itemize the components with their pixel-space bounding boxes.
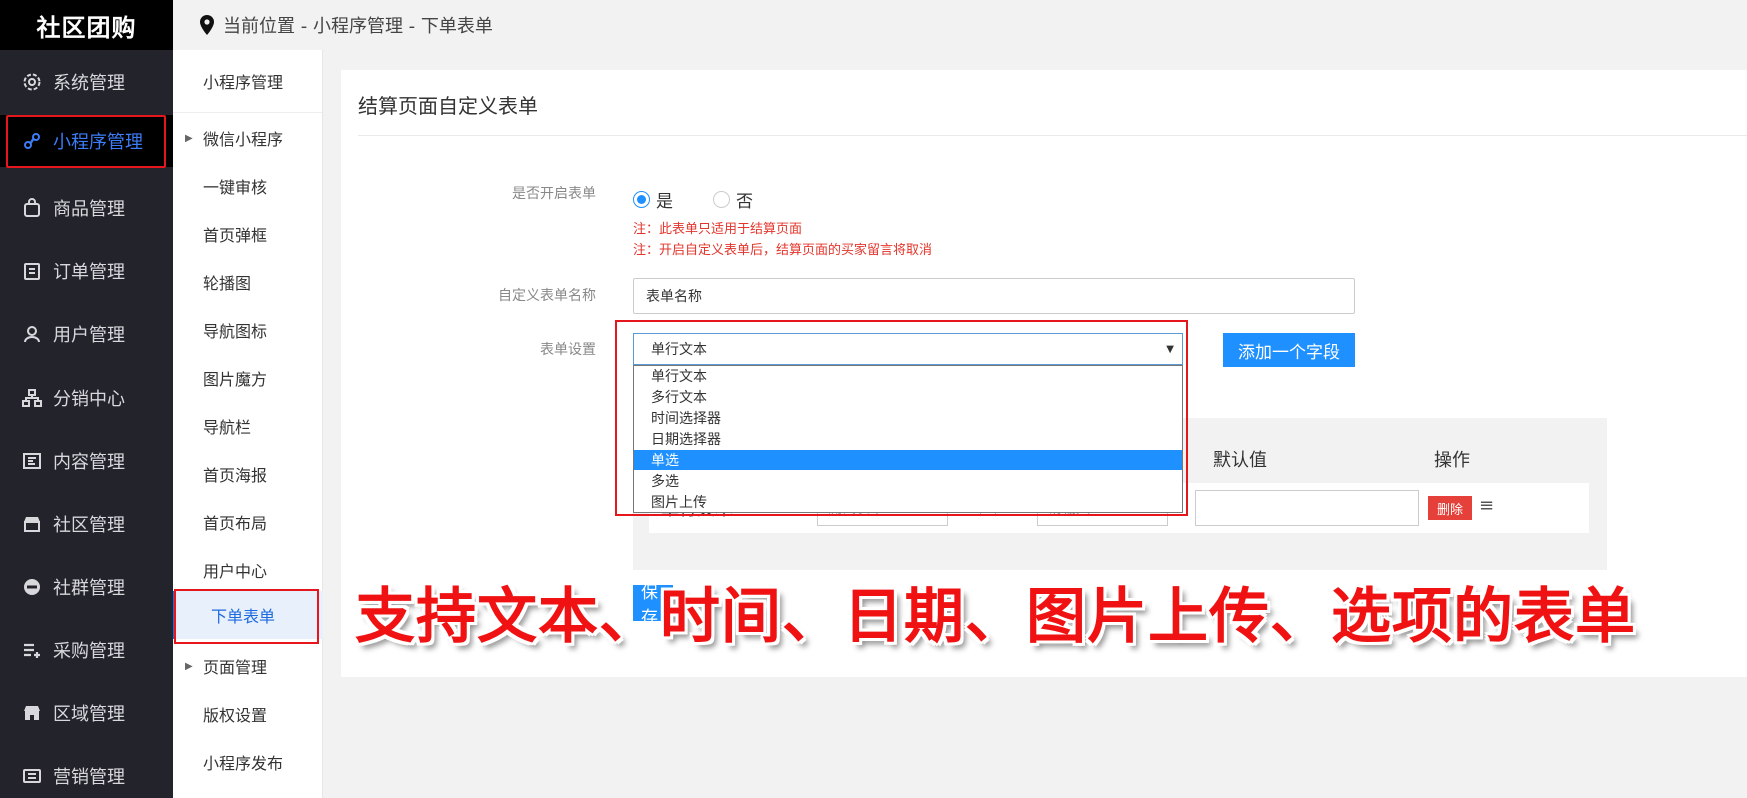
sidebar-item-region[interactable]: 区域管理 <box>0 687 173 739</box>
delete-button[interactable]: 删除 <box>1428 496 1472 520</box>
article-icon <box>22 451 42 471</box>
subnav-item-copyright[interactable]: 版权设置 <box>173 690 323 738</box>
divider <box>358 135 1747 136</box>
gear-icon <box>22 72 42 92</box>
sidebar-item-label: 用户管理 <box>53 325 125 346</box>
sidebar-item-label: 社区管理 <box>53 515 125 536</box>
subnav-item-label: 导航栏 <box>203 418 252 437</box>
subnav-item-label: 页面管理 <box>203 658 268 677</box>
form-name-value: 表单名称 <box>646 289 702 305</box>
add-field-button[interactable]: 添加一个字段 <box>1223 333 1355 367</box>
note-text: 注：此表单只适用于结算页面 <box>633 222 803 237</box>
subnav-item-poster[interactable]: 首页海报 <box>173 450 323 498</box>
subnav-item-audit[interactable]: 一键审核 <box>173 162 323 210</box>
default-value-input[interactable] <box>1195 490 1419 526</box>
breadcrumb-text: 当前位置 - 小程序管理 - 下单表单 <box>223 16 493 37</box>
location-pin-icon <box>200 15 214 35</box>
subnav-item-nav-icons[interactable]: 导航图标 <box>173 306 323 354</box>
subnav-item-label: 版权设置 <box>203 706 268 725</box>
subnav-item-pages[interactable]: ▶ 页面管理 <box>173 642 323 690</box>
sidebar-item-label: 营销管理 <box>53 767 125 788</box>
bag-icon <box>22 198 42 218</box>
sidebar-item-label: 订单管理 <box>53 262 125 283</box>
annotation-highlight-box <box>6 115 166 168</box>
sidebar-item-community[interactable]: 社区管理 <box>0 498 173 550</box>
subnav-item-carousel[interactable]: 轮播图 <box>173 258 323 306</box>
subnav-item-layout[interactable]: 首页布局 <box>173 498 323 546</box>
subnav-item-popup[interactable]: 首页弹框 <box>173 210 323 258</box>
sidebar-item-content[interactable]: 内容管理 <box>0 435 173 487</box>
sidebar-item-marketing[interactable]: 营销管理 <box>0 750 173 798</box>
form-settings-label: 表单设置 <box>540 342 596 358</box>
sidebar-item-label: 内容管理 <box>53 452 125 473</box>
user-icon <box>22 324 42 344</box>
page-title: 结算页面自定义表单 <box>358 94 538 118</box>
sidebar-item-label: 分销中心 <box>53 389 125 410</box>
sidebar-item-goods[interactable]: 商品管理 <box>0 182 173 234</box>
sidebar-item-purchase[interactable]: 采购管理 <box>0 624 173 676</box>
drag-handle-icon[interactable]: ≡ <box>1479 495 1494 516</box>
subnav-item-label: 图片魔方 <box>203 370 268 389</box>
enable-radio-group: 是 否 <box>633 187 753 212</box>
triangle-right-icon: ▶ <box>185 132 193 144</box>
promo-caption: 支持文本、时间、日期、图片上传、选项的表单 <box>355 582 1636 652</box>
radio-no[interactable] <box>713 191 730 208</box>
subnav-item-user-center[interactable]: 用户中心 <box>173 546 323 594</box>
annotation-highlight-box <box>615 320 1188 516</box>
radio-yes[interactable] <box>633 191 650 208</box>
sidebar-item-system[interactable]: 系统管理 <box>0 56 173 108</box>
breadcrumb: 当前位置 - 小程序管理 - 下单表单 <box>173 0 1747 50</box>
enable-form-label: 是否开启表单 <box>512 186 596 202</box>
sidebar-item-label: 社群管理 <box>53 578 125 599</box>
radio-no-label: 否 <box>736 192 753 212</box>
subnav-item-label: 用户中心 <box>203 562 268 581</box>
sidebar-item-label: 系统管理 <box>53 73 125 94</box>
sidebar-item-groups[interactable]: 社群管理 <box>0 561 173 613</box>
sidebar-item-label: 商品管理 <box>53 199 125 220</box>
secondary-nav: 小程序管理 ▶ 微信小程序 一键审核 首页弹框 轮播图 导航图标 图片魔方 导航栏… <box>173 50 323 798</box>
annotation-highlight-box <box>174 589 319 644</box>
radio-yes-label: 是 <box>656 192 673 212</box>
sidebar-item-distribution[interactable]: 分销中心 <box>0 372 173 424</box>
sidebar-item-orders[interactable]: 订单管理 <box>0 245 173 297</box>
list-add-icon <box>22 640 42 660</box>
sidebar-item-label: 区域管理 <box>53 704 125 725</box>
subnav-item-publish[interactable]: 小程序发布 <box>173 738 323 786</box>
hierarchy-icon <box>22 388 42 408</box>
subnav-item-label: 小程序发布 <box>203 754 284 773</box>
triangle-right-icon: ▶ <box>185 660 193 672</box>
subnav-item-label: 首页布局 <box>203 514 268 533</box>
subnav-item-label: 首页弹框 <box>203 226 268 245</box>
store-icon <box>22 514 42 534</box>
shop-icon <box>22 703 42 723</box>
col-header-action: 操作 <box>1434 450 1470 471</box>
clipboard-icon <box>22 261 42 281</box>
minus-circle-icon <box>22 577 42 597</box>
subnav-item-label: 导航图标 <box>203 322 268 341</box>
subnav-item-wechat[interactable]: ▶ 微信小程序 <box>173 114 323 162</box>
col-header-default: 默认值 <box>1213 450 1267 471</box>
ticket-icon <box>22 766 42 786</box>
subnav-item-navbar[interactable]: 导航栏 <box>173 402 323 450</box>
subnav-header: 小程序管理 <box>173 50 322 113</box>
brand-logo: 社区团购 <box>0 0 173 50</box>
form-name-label: 自定义表单名称 <box>498 288 596 304</box>
sidebar-item-label: 采购管理 <box>53 641 125 662</box>
sidebar-item-users[interactable]: 用户管理 <box>0 308 173 360</box>
subnav-item-label: 轮播图 <box>203 274 252 293</box>
subnav-item-image-cube[interactable]: 图片魔方 <box>173 354 323 402</box>
note-text: 注：开启自定义表单后，结算页面的买家留言将取消 <box>633 243 933 258</box>
form-name-input[interactable]: 表单名称 <box>633 278 1355 314</box>
subnav-item-label: 首页海报 <box>203 466 268 485</box>
subnav-item-label: 一键审核 <box>203 178 268 197</box>
subnav-item-label: 微信小程序 <box>203 130 284 149</box>
